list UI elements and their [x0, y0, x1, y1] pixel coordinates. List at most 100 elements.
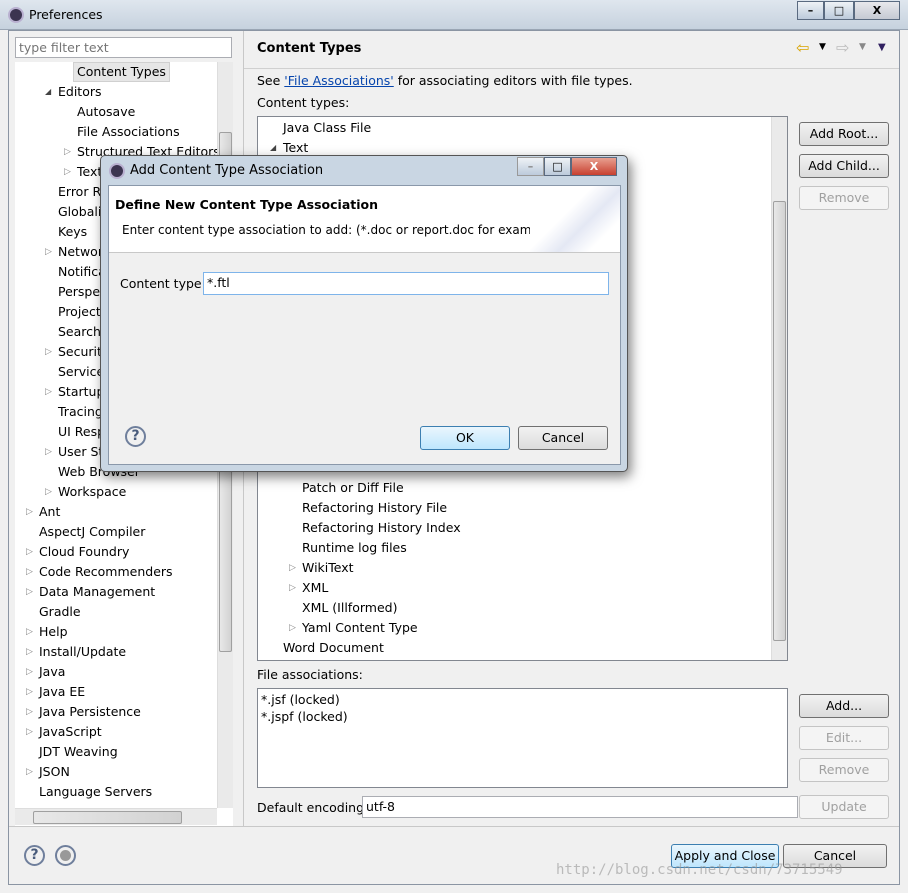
remove-content-type-button[interactable]: Remove — [799, 186, 889, 210]
expand-arrow-icon[interactable]: ▷ — [26, 623, 33, 641]
tree-item[interactable]: Java Persistence — [39, 703, 141, 721]
list-item[interactable]: *.jsf (locked) — [261, 691, 784, 708]
expand-arrow-icon[interactable]: ▷ — [289, 619, 296, 637]
expand-arrow-icon[interactable]: ▷ — [45, 343, 52, 361]
tree-horizontal-scrollbar[interactable] — [15, 808, 217, 825]
tree-item[interactable]: Perspe — [58, 283, 100, 301]
tree-item[interactable]: Networ — [58, 243, 103, 261]
expand-arrow-icon[interactable]: ▷ — [26, 683, 33, 701]
expand-arrow-icon[interactable]: ▷ — [45, 443, 52, 461]
tree-item[interactable]: Search — [58, 323, 101, 341]
tree-item[interactable]: Keys — [58, 223, 87, 241]
tree-item[interactable]: XML — [302, 579, 328, 597]
tree-item[interactable]: JavaScript — [39, 723, 102, 741]
record-icon[interactable] — [55, 845, 76, 866]
list-item[interactable]: *.jspf (locked) — [261, 708, 784, 725]
tree-item[interactable]: Error R — [58, 183, 101, 201]
tree-item[interactable]: Install/Update — [39, 643, 126, 661]
expand-arrow-icon[interactable]: ▷ — [289, 579, 296, 597]
expand-arrow-icon[interactable]: ▷ — [26, 663, 33, 681]
content-tree-scrollbar[interactable] — [771, 117, 787, 660]
content-type-input[interactable]: *.ftl — [203, 272, 609, 295]
tree-item[interactable]: WikiText — [302, 559, 354, 577]
tree-item[interactable]: Word Document — [283, 639, 384, 657]
tree-item[interactable]: XML (Illformed) — [302, 599, 397, 617]
tree-item[interactable]: Java EE — [39, 683, 85, 701]
edit-association-button[interactable]: Edit... — [799, 726, 889, 750]
expand-arrow-icon[interactable]: ▷ — [26, 503, 33, 521]
tree-item[interactable]: JDT Weaving — [39, 743, 118, 761]
tree-item[interactable]: Runtime log files — [302, 539, 407, 557]
tree-item[interactable]: Gradle — [39, 603, 81, 621]
tree-item[interactable]: Refactoring History Index — [302, 519, 461, 537]
forward-menu-icon[interactable]: ▼ — [859, 42, 866, 52]
collapse-arrow-icon[interactable]: ◢ — [45, 83, 51, 101]
tree-item[interactable]: Help — [39, 623, 68, 641]
tree-item[interactable]: Refactoring History File — [302, 499, 447, 517]
view-menu-icon[interactable]: ▼ — [878, 42, 886, 53]
tree-item[interactable]: Language Servers — [39, 783, 152, 801]
tree-item[interactable]: UI Resp — [58, 423, 105, 441]
tree-item[interactable]: Workspace — [58, 483, 126, 501]
tree-item[interactable]: Tracing — [58, 403, 103, 421]
tree-item[interactable]: Autosave — [77, 103, 135, 121]
remove-association-button[interactable]: Remove — [799, 758, 889, 782]
add-association-button[interactable]: Add... — [799, 694, 889, 718]
tree-item[interactable]: Ant — [39, 503, 60, 521]
tree-item[interactable]: User St — [58, 443, 103, 461]
dialog-cancel-button[interactable]: Cancel — [518, 426, 608, 450]
maximize-button[interactable]: □ — [824, 1, 854, 20]
help-icon[interactable]: ? — [125, 426, 146, 447]
tree-item[interactable]: Editors — [58, 83, 102, 101]
help-icon[interactable]: ? — [24, 845, 45, 866]
tree-item[interactable]: Content Types — [73, 62, 170, 82]
tree-item[interactable]: Project — [58, 303, 101, 321]
filter-input[interactable] — [15, 37, 232, 58]
dialog-minimize-button[interactable]: – — [517, 157, 544, 176]
tree-item[interactable]: Text — [77, 163, 102, 181]
expand-arrow-icon[interactable]: ▷ — [26, 643, 33, 661]
tree-item[interactable]: AspectJ Compiler — [39, 523, 145, 541]
expand-arrow-icon[interactable]: ▷ — [45, 243, 52, 261]
tree-item[interactable]: Java Class File — [283, 119, 371, 137]
expand-arrow-icon[interactable]: ▷ — [26, 703, 33, 721]
h-scroll-thumb[interactable] — [33, 811, 182, 824]
expand-arrow-icon[interactable]: ▷ — [26, 583, 33, 601]
scroll-thumb[interactable] — [773, 201, 786, 641]
default-encoding-input[interactable]: utf-8 — [362, 796, 798, 818]
back-arrow-icon[interactable]: ⇦ — [796, 38, 809, 57]
expand-arrow-icon[interactable]: ▷ — [289, 559, 296, 577]
dialog-maximize-button[interactable]: □ — [544, 157, 571, 176]
minimize-button[interactable]: – — [797, 1, 824, 20]
tree-item[interactable]: Service — [58, 363, 104, 381]
tree-item[interactable]: Patch or Diff File — [302, 479, 404, 497]
expand-arrow-icon[interactable]: ▷ — [45, 483, 52, 501]
expand-arrow-icon[interactable]: ▷ — [26, 763, 33, 781]
ok-button[interactable]: OK — [420, 426, 510, 450]
tree-item[interactable]: Data Management — [39, 583, 155, 601]
expand-arrow-icon[interactable]: ▷ — [26, 543, 33, 561]
tree-item[interactable]: Notifica — [58, 263, 106, 281]
forward-arrow-icon[interactable]: ⇨ — [836, 38, 849, 57]
back-menu-icon[interactable]: ▼ — [819, 42, 826, 52]
expand-arrow-icon[interactable]: ▷ — [26, 723, 33, 741]
tree-item[interactable]: Yaml Content Type — [302, 619, 418, 637]
file-associations-link[interactable]: 'File Associations' — [284, 73, 393, 88]
dialog-close-button[interactable]: X — [571, 157, 617, 176]
tree-item[interactable]: Code Recommenders — [39, 563, 173, 581]
tree-item[interactable]: JSON — [39, 763, 70, 781]
expand-arrow-icon[interactable]: ▷ — [64, 163, 71, 181]
tree-item[interactable]: Java — [39, 663, 65, 681]
expand-arrow-icon[interactable]: ▷ — [26, 563, 33, 581]
add-root-button[interactable]: Add Root... — [799, 122, 889, 146]
expand-arrow-icon[interactable]: ▷ — [45, 383, 52, 401]
close-button[interactable]: X — [854, 1, 900, 20]
update-button[interactable]: Update — [799, 795, 889, 819]
tree-item[interactable]: Cloud Foundry — [39, 543, 129, 561]
add-child-button[interactable]: Add Child... — [799, 154, 889, 178]
tree-item[interactable]: Startup — [58, 383, 104, 401]
file-associations-list[interactable]: *.jsf (locked) *.jspf (locked) — [257, 688, 788, 788]
tree-item[interactable]: Globali — [58, 203, 101, 221]
expand-arrow-icon[interactable]: ▷ — [64, 143, 71, 161]
tree-item[interactable]: File Associations — [77, 123, 180, 141]
